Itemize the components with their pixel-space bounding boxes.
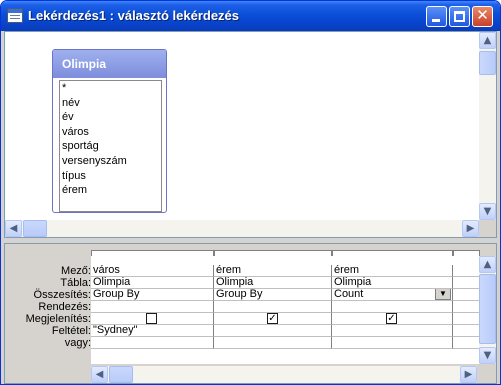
row-label-show: Megjelenítés: <box>25 313 91 325</box>
close-button[interactable]: ✕ <box>472 6 493 27</box>
checkmark-icon: ✓ <box>268 313 277 324</box>
total-value: Count <box>334 289 364 300</box>
grid-vertical-scrollbar[interactable]: ▲ ▼ <box>479 256 496 364</box>
field-cell[interactable]: érem <box>332 265 453 277</box>
show-cell <box>91 313 214 325</box>
field-list[interactable]: * név év város sportág versenyszám típus… <box>59 80 162 212</box>
title-bar[interactable]: Lekérdezés1 : választó lekérdezés ✕ <box>1 1 500 31</box>
field-item[interactable]: típus <box>60 169 161 184</box>
table-pane[interactable]: Olimpia * név év város sportág versenysz… <box>4 31 497 238</box>
row-label-or: vagy: <box>64 337 91 349</box>
sort-cell[interactable] <box>332 301 453 313</box>
scroll-right-button[interactable]: ▶ <box>460 366 477 383</box>
show-checkbox[interactable]: ✓ <box>386 313 397 324</box>
show-cell: ✓ <box>214 313 332 325</box>
arrow-up-icon: ▲ <box>483 35 492 46</box>
table-name[interactable]: Olimpia <box>53 50 166 78</box>
or-cell[interactable] <box>332 337 453 349</box>
field-cell[interactable]: érem <box>214 265 332 277</box>
scroll-left-button[interactable]: ◀ <box>5 220 22 237</box>
criteria-cell[interactable] <box>214 325 332 337</box>
grid-horizontal-scrollbar[interactable]: ◀ ▶ <box>91 366 477 383</box>
vertical-scroll-thumb[interactable] <box>479 51 496 75</box>
close-icon: ✕ <box>476 6 489 24</box>
field-item[interactable]: érem <box>60 183 161 198</box>
total-cell[interactable]: Group By <box>214 289 332 301</box>
row-label-total: Összesítés: <box>33 289 91 301</box>
grid-column-1: város Olimpia Group By "Sydney" <box>91 256 214 364</box>
arrow-right-icon: ▶ <box>466 223 475 234</box>
row-label-sort: Rendezés: <box>38 301 91 313</box>
field-item[interactable]: * <box>60 81 161 96</box>
vertical-scroll-thumb[interactable] <box>479 274 496 344</box>
row-label-criteria: Feltétel: <box>51 325 91 337</box>
show-checkbox[interactable]: ✓ <box>267 313 278 324</box>
field-item[interactable]: sportág <box>60 139 161 154</box>
total-cell[interactable] <box>453 289 480 301</box>
query-window-icon[interactable] <box>7 8 23 23</box>
scroll-up-button[interactable]: ▲ <box>479 32 496 49</box>
total-dropdown-button[interactable]: ▼ <box>435 289 451 300</box>
minimize-icon <box>432 19 440 22</box>
table-cell[interactable] <box>453 277 480 289</box>
criteria-cell[interactable] <box>332 325 453 337</box>
or-cell[interactable] <box>453 337 480 349</box>
field-item[interactable]: év <box>60 110 161 125</box>
arrow-down-icon: ▼ <box>483 350 492 361</box>
or-cell[interactable] <box>214 337 332 349</box>
criteria-cell[interactable]: "Sydney" <box>91 325 214 337</box>
scroll-right-button[interactable]: ▶ <box>462 220 479 237</box>
arrow-left-icon: ◀ <box>95 369 104 380</box>
arrow-up-icon: ▲ <box>483 259 492 270</box>
field-item[interactable]: versenyszám <box>60 154 161 169</box>
horizontal-scroll-thumb[interactable] <box>109 366 133 383</box>
scrollbar-corner <box>479 220 496 237</box>
grid-column-3: érem Olimpia Count ▼ ✓ <box>332 256 453 364</box>
criteria-cell[interactable] <box>453 325 480 337</box>
table-cell[interactable]: Olimpia <box>91 277 214 289</box>
maximize-icon <box>454 11 465 22</box>
scroll-down-button[interactable]: ▼ <box>479 203 496 220</box>
show-checkbox[interactable] <box>146 313 157 324</box>
total-cell[interactable]: Count ▼ <box>332 289 453 301</box>
field-cell[interactable] <box>453 265 480 277</box>
grid-column-4 <box>453 256 480 364</box>
horizontal-scroll-thumb[interactable] <box>23 220 47 237</box>
maximize-button[interactable] <box>449 6 470 27</box>
field-item[interactable]: város <box>60 125 161 140</box>
scroll-up-button[interactable]: ▲ <box>479 256 496 273</box>
sort-cell[interactable] <box>214 301 332 313</box>
design-grid-pane[interactable]: Mező: Tábla: Összesítés: Rendezés: Megje… <box>4 243 497 384</box>
show-cell[interactable] <box>453 313 480 325</box>
show-cell: ✓ <box>332 313 453 325</box>
field-cell[interactable]: város <box>91 265 214 277</box>
query-design-window: Lekérdezés1 : választó lekérdezés ✕ Olim… <box>0 0 501 385</box>
table-cell[interactable]: Olimpia <box>214 277 332 289</box>
scroll-left-button[interactable]: ◀ <box>91 366 108 383</box>
table-field-list-olimpia[interactable]: Olimpia * név év város sportág versenysz… <box>52 49 167 213</box>
sort-cell[interactable] <box>453 301 480 313</box>
arrow-down-icon: ▼ <box>483 206 492 217</box>
chevron-down-icon: ▼ <box>439 289 447 298</box>
grid-column-2: érem Olimpia Group By ✓ <box>214 256 332 364</box>
table-cell[interactable]: Olimpia <box>332 277 453 289</box>
checkmark-icon: ✓ <box>387 313 396 324</box>
sort-cell[interactable] <box>91 301 214 313</box>
arrow-right-icon: ▶ <box>464 369 473 380</box>
row-label-field: Mező: <box>61 265 91 277</box>
upper-vertical-scrollbar[interactable]: ▲ ▼ <box>479 32 496 220</box>
row-label-table: Tábla: <box>60 277 91 289</box>
or-cell[interactable] <box>91 337 214 349</box>
field-item[interactable]: név <box>60 96 161 111</box>
minimize-button[interactable] <box>426 6 447 27</box>
arrow-left-icon: ◀ <box>9 223 18 234</box>
upper-horizontal-scrollbar[interactable]: ◀ ▶ <box>5 220 479 237</box>
window-title: Lekérdezés1 : választó lekérdezés <box>28 8 240 23</box>
scroll-down-button[interactable]: ▼ <box>479 347 496 364</box>
total-cell[interactable]: Group By <box>91 289 214 301</box>
